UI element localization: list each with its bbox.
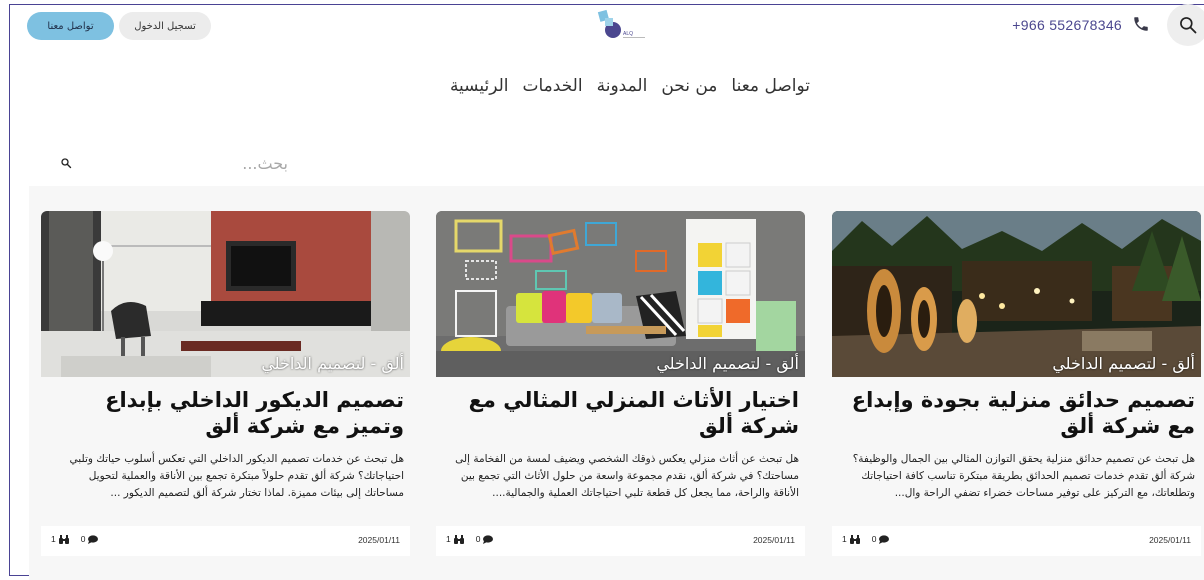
nav-item-blog[interactable]: المدونة [597,76,648,96]
nav-item-services[interactable]: الخدمات [523,76,583,96]
search-icon [1180,17,1197,34]
post-date: 2025/01/11 [1149,535,1191,545]
nav-item-contact[interactable]: تواصل معنا [731,76,810,96]
post-category: ألق - لتصميم الداخلي [261,354,404,373]
view-count: 1 [446,534,451,544]
post-meta: 2025/01/11 1 0 [832,526,1201,556]
login-button[interactable]: تسجيل الدخول [119,12,211,40]
phone-icon [1132,15,1150,33]
contact-button[interactable]: تواصل معنا [27,12,114,40]
post-category: ألق - لتصميم الداخلي [656,354,799,373]
comment-icon [879,534,890,544]
post-image-furniture[interactable]: ألق - لتصميم الداخلي [436,211,805,377]
post-excerpt: هل تبحث عن تصميم حدائق منزلية يحقق التوا… [852,453,1195,499]
post-stats: 1 0 [446,534,494,544]
search-icon[interactable] [60,157,72,169]
post-title[interactable]: تصميم حدائق منزلية بجودة وإبداع مع شركة … [835,387,1195,439]
nav-item-home[interactable]: الرئيسية [450,76,509,96]
post-image-living-room[interactable]: ألق - لتصميم الداخلي [41,211,410,377]
post-card[interactable]: ألق - لتصميم الداخلي اختيار الأثاث المنز… [436,211,805,556]
header-search-button[interactable] [1167,4,1204,46]
view-count: 1 [51,534,56,544]
main-nav: الرئيسية الخدمات المدونة من نحن تواصل مع… [450,76,810,96]
post-card[interactable]: ألق - لتصميم الداخلي تصميم الديكور الداخ… [41,211,410,556]
post-stats: 1 0 [842,534,890,544]
binoculars-icon [453,534,464,544]
post-category: ألق - لتصميم الداخلي [1052,354,1195,373]
post-title[interactable]: اختيار الأثاث المنزلي المثالي مع شركة أل… [439,387,799,439]
post-meta: 2025/01/11 1 0 [436,526,805,556]
post-card[interactable]: ألق - لتصميم الداخلي تصميم حدائق منزلية … [832,211,1201,556]
nav-item-about[interactable]: من نحن [661,76,717,96]
post-meta: 2025/01/11 1 0 [41,526,410,556]
logo-text: ALQ [623,31,633,37]
search-input[interactable]: بحث... [242,154,288,173]
phone-number[interactable]: +966 552678346 [1012,17,1122,33]
comment-icon [483,534,494,544]
post-excerpt: هل تبحث عن أثاث منزلي يعكس ذوقك الشخصي و… [455,453,799,499]
post-title[interactable]: تصميم الديكور الداخلي بإبداع وتميز مع شر… [44,387,404,439]
binoculars-icon [58,534,69,544]
post-date: 2025/01/11 [753,535,795,545]
comment-count: 0 [80,534,86,544]
post-image-garden[interactable]: ألق - لتصميم الداخلي [832,211,1201,377]
blog-search[interactable]: بحث... [57,152,302,178]
view-count: 1 [842,534,847,544]
post-date: 2025/01/11 [358,535,400,545]
post-stats: 1 0 [51,534,99,544]
site-logo[interactable]: ALQ [593,8,649,42]
comment-count: 0 [475,534,481,544]
comment-icon [88,534,99,544]
post-excerpt: هل تبحث عن خدمات تصميم الديكور الداخلي ا… [69,453,404,499]
comment-count: 0 [871,534,877,544]
binoculars-icon [849,534,860,544]
